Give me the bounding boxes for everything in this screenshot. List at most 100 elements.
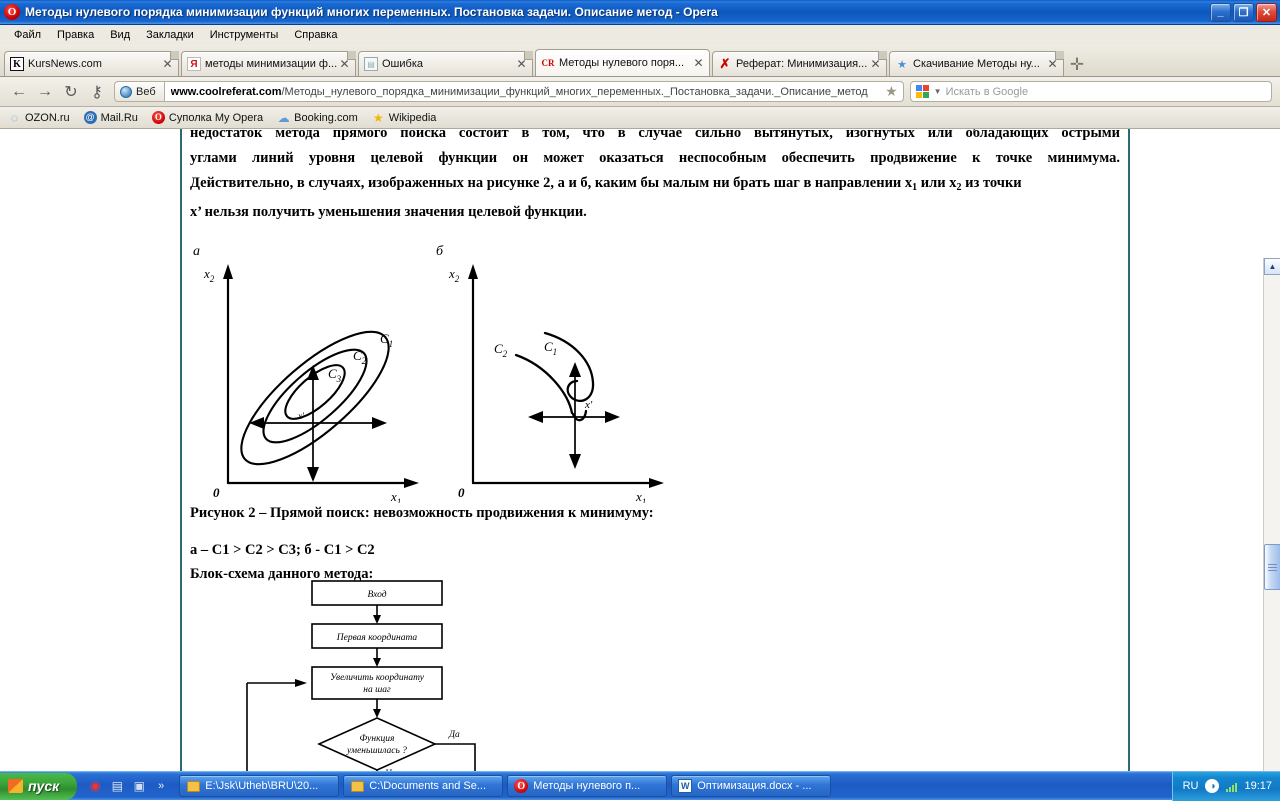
browser-viewport: недостаток метода прямого поиска состоит…: [0, 129, 1280, 771]
panel-a-x-axis-label: x1: [390, 489, 401, 503]
window-controls: _ ❐ ✕: [1210, 2, 1277, 22]
url-domain: www.coolreferat.com: [170, 85, 282, 98]
paragraph-line-3a: Действительно, в случаях, изображенных н…: [190, 175, 913, 191]
navigation-bar: ← → ↻ ⚷ Веб www.coolreferat.com/Методы_н…: [0, 77, 1280, 107]
tab-corner-decoration: [878, 51, 887, 60]
menu-item-file[interactable]: Файл: [6, 27, 49, 43]
signal-icon[interactable]: [1226, 781, 1238, 792]
volume-icon[interactable]: ◑: [1205, 779, 1220, 793]
panel-b-y-axis-label: x2: [448, 266, 460, 284]
flow-node-increase-label2: на шаг: [363, 685, 391, 695]
bookmark-my-opera[interactable]: O Суполка My Opera: [151, 111, 264, 124]
menu-bar: Файл Правка Вид Закладки Инструменты Спр…: [0, 25, 1280, 45]
taskbar-window-explorer-2[interactable]: C:\Documents and Se...: [343, 775, 504, 797]
url-path: /Методы_нулевого_порядка_минимизации_фун…: [281, 85, 868, 98]
kursnews-favicon: K: [10, 57, 24, 71]
figure-caption-legend: а – C1 > C2 > C3; б - C1 > C2: [190, 542, 375, 558]
star-favicon: ★: [897, 58, 907, 71]
tab-corner-decoration: [1055, 51, 1064, 60]
show-desktop-icon[interactable]: ▤: [109, 778, 125, 794]
address-bar[interactable]: www.coolreferat.com/Методы_нулевого_поря…: [163, 81, 904, 102]
windows-flag-icon: [8, 779, 23, 793]
bookmark-ozon[interactable]: ◌ OZON.ru: [8, 111, 70, 124]
opera-icon: O: [514, 779, 529, 793]
tab-corner-decoration: [524, 51, 533, 60]
paragraph-line-1: недостаток метода прямого поиска состоит…: [190, 129, 1120, 141]
back-button[interactable]: ←: [6, 80, 32, 104]
window-title-bar: O Методы нулевого порядка минимизации фу…: [0, 0, 1280, 25]
bookmark-label: Wikipedia: [388, 111, 437, 124]
taskbar-window-label: Оптимизация.docx - ...: [697, 780, 812, 792]
bookmark-wikipedia[interactable]: ★ Wikipedia: [372, 111, 437, 124]
clock[interactable]: 19:17: [1244, 780, 1272, 792]
bookmark-label: Booking.com: [294, 111, 358, 124]
security-key-icon[interactable]: ⚷: [84, 80, 110, 104]
chevron-down-icon[interactable]: ▼: [934, 87, 942, 96]
menu-item-bookmarks[interactable]: Закладки: [138, 27, 202, 43]
tab-corner-decoration: [347, 51, 356, 60]
bookmarks-bar: ◌ OZON.ru @ Mail.Ru O Суполка My Opera ☁…: [0, 107, 1280, 129]
language-indicator[interactable]: RU: [1183, 780, 1199, 792]
menu-item-tools[interactable]: Инструменты: [202, 27, 287, 43]
vertical-scrollbar[interactable]: ▲ ▼: [1263, 258, 1280, 771]
close-button[interactable]: ✕: [1256, 2, 1277, 22]
search-input[interactable]: Искать в Google: [946, 86, 1029, 98]
tab-kursnews[interactable]: K KursNews.com ✕: [4, 51, 179, 76]
flow-node-entry-label: Вход: [367, 589, 386, 600]
chevron-expand-icon[interactable]: »: [153, 778, 169, 794]
start-button[interactable]: пуск: [0, 772, 78, 800]
taskbar-window-explorer-1[interactable]: E:\Jsk\Utheb\BRU\20...: [179, 775, 340, 797]
taskbar-window-opera[interactable]: O Методы нулевого п...: [507, 775, 668, 797]
paragraph-line-3: Действительно, в случаях, изображенных н…: [190, 171, 1120, 200]
tab-label: Ошибка: [382, 58, 423, 70]
scrollbar-thumb[interactable]: [1264, 544, 1280, 590]
folder-icon: [350, 779, 364, 793]
figure-caption: Рисунок 2 – Прямой поиск: невозможность …: [190, 505, 654, 521]
tab-referat-minimizacia[interactable]: ✗ Реферат: Минимизация... ✕: [712, 51, 887, 76]
scroll-up-button[interactable]: ▲: [1264, 258, 1280, 275]
reload-button[interactable]: ↻: [58, 80, 84, 104]
opera-favicon: O: [151, 111, 165, 124]
opera-quicklaunch-icon[interactable]: ◉: [87, 778, 103, 794]
menu-item-help[interactable]: Справка: [286, 27, 345, 43]
forward-button[interactable]: →: [32, 80, 58, 104]
taskbar-window-label: C:\Documents and Se...: [369, 780, 487, 792]
wikipedia-favicon: ★: [372, 110, 384, 125]
bookmark-label: Суполка My Opera: [168, 111, 264, 124]
figure-2: а x2 x1 0 C1 C2 C3 x' б x2 x1 0 C2 C1 x': [187, 233, 687, 507]
tab-coolreferat-active[interactable]: CR Методы нулевого поря... ✕: [535, 49, 710, 76]
maximize-button[interactable]: ❐: [1233, 2, 1254, 22]
taskbar-window-label: E:\Jsk\Utheb\BRU\20...: [205, 780, 319, 792]
window-title: Методы нулевого порядка минимизации функ…: [25, 5, 718, 19]
tab-download[interactable]: ★ Скачивание Методы ну... ✕: [889, 51, 1064, 76]
blank-page-favicon: ▤: [364, 57, 378, 71]
tab-bar: K KursNews.com ✕ Я методы минимизации ф.…: [0, 45, 1280, 77]
search-box[interactable]: ▼ Искать в Google: [909, 81, 1272, 102]
tab-label: KursNews.com: [28, 58, 102, 70]
address-bar-text: www.coolreferat.com/Методы_нулевого_поря…: [171, 86, 883, 98]
taskbar-window-label: Методы нулевого п...: [533, 780, 641, 792]
bookmark-star-icon[interactable]: ★: [883, 83, 900, 100]
tab-close-icon[interactable]: ✕: [692, 56, 705, 70]
folder-icon: [186, 779, 200, 793]
bookmark-mailru[interactable]: @ Mail.Ru: [83, 111, 138, 124]
start-label: пуск: [28, 778, 60, 794]
flowchart: Вход Первая координата Увеличить координ…: [237, 577, 657, 771]
menu-item-edit[interactable]: Правка: [49, 27, 102, 43]
paragraph-line-2: углами линий уровня целевой функции он м…: [190, 150, 1120, 166]
bookmark-booking[interactable]: ☁ Booking.com: [277, 111, 358, 124]
page-mode-badge[interactable]: Веб: [114, 81, 164, 102]
menu-item-view[interactable]: Вид: [102, 27, 138, 43]
panel-a-contour-c2: C2: [353, 348, 367, 366]
panel-a-point-label: x': [297, 411, 305, 421]
panel-b-contour-c1: C1: [544, 339, 557, 357]
media-player-icon[interactable]: ▣: [131, 778, 147, 794]
panel-b-label: б: [436, 244, 444, 259]
quick-launch-bar: ◉ ▤ ▣ »: [77, 778, 175, 794]
taskbar-window-word[interactable]: W Оптимизация.docx - ...: [671, 775, 832, 797]
tab-yandex-search[interactable]: Я методы минимизации ф... ✕: [181, 51, 356, 76]
flow-node-increase-label: Увеличить координату: [330, 672, 425, 683]
new-tab-button[interactable]: ✛: [1066, 54, 1088, 76]
tab-error[interactable]: ▤ Ошибка ✕: [358, 51, 533, 76]
minimize-button[interactable]: _: [1210, 2, 1231, 22]
